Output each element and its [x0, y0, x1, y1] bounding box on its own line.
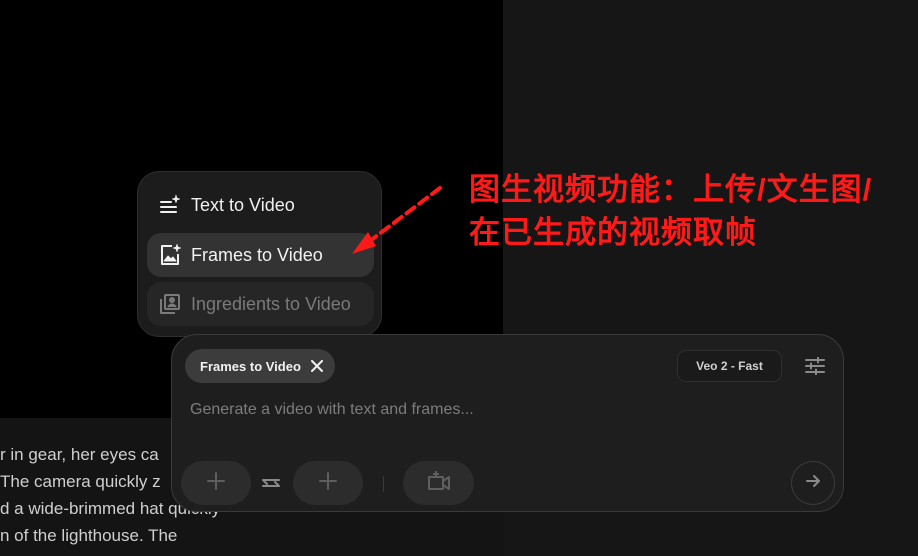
prompt-input[interactable] [188, 397, 792, 423]
sliders-icon[interactable] [802, 353, 828, 379]
plus-icon [319, 471, 337, 495]
toolbar-divider [383, 476, 384, 492]
prompt-composer: Frames to Video Veo 2 - Fast [171, 334, 844, 512]
menu-item-label: Ingredients to Video [191, 293, 351, 314]
plus-icon [207, 471, 225, 495]
arrow-right-icon [806, 474, 820, 493]
close-icon[interactable] [307, 356, 327, 376]
send-button[interactable] [791, 461, 835, 505]
text-sparkle-icon [157, 192, 183, 218]
menu-item-label: Text to Video [191, 194, 295, 215]
camera-motion-button[interactable] [403, 461, 474, 505]
menu-item-text-to-video[interactable]: Text to Video [147, 183, 374, 227]
swap-arrows-icon[interactable] [258, 472, 284, 494]
image-sparkle-icon [157, 242, 183, 268]
camera-motion-icon [426, 470, 452, 497]
model-selector-label: Veo 2 - Fast [696, 359, 763, 373]
ingredients-icon [157, 291, 183, 317]
mode-chip-label: Frames to Video [200, 358, 301, 374]
annotation-text: 图生视频功能：上传/文生图/在已生成的视频取帧 [469, 172, 873, 250]
menu-item-label: Frames to Video [191, 244, 323, 265]
annotation-arrow [352, 186, 442, 254]
menu-item-frames-to-video[interactable]: Frames to Video [147, 233, 374, 277]
model-selector-button[interactable]: Veo 2 - Fast [677, 350, 782, 382]
add-first-frame-button[interactable] [181, 461, 251, 505]
mode-chip[interactable]: Frames to Video [185, 349, 335, 383]
add-last-frame-button[interactable] [293, 461, 363, 505]
mode-menu: Text to Video Frames to Video Ingredient… [137, 171, 382, 337]
menu-item-ingredients-to-video[interactable]: Ingredients to Video [147, 282, 374, 326]
background-text-line: n of the lighthouse. The [0, 526, 178, 545]
